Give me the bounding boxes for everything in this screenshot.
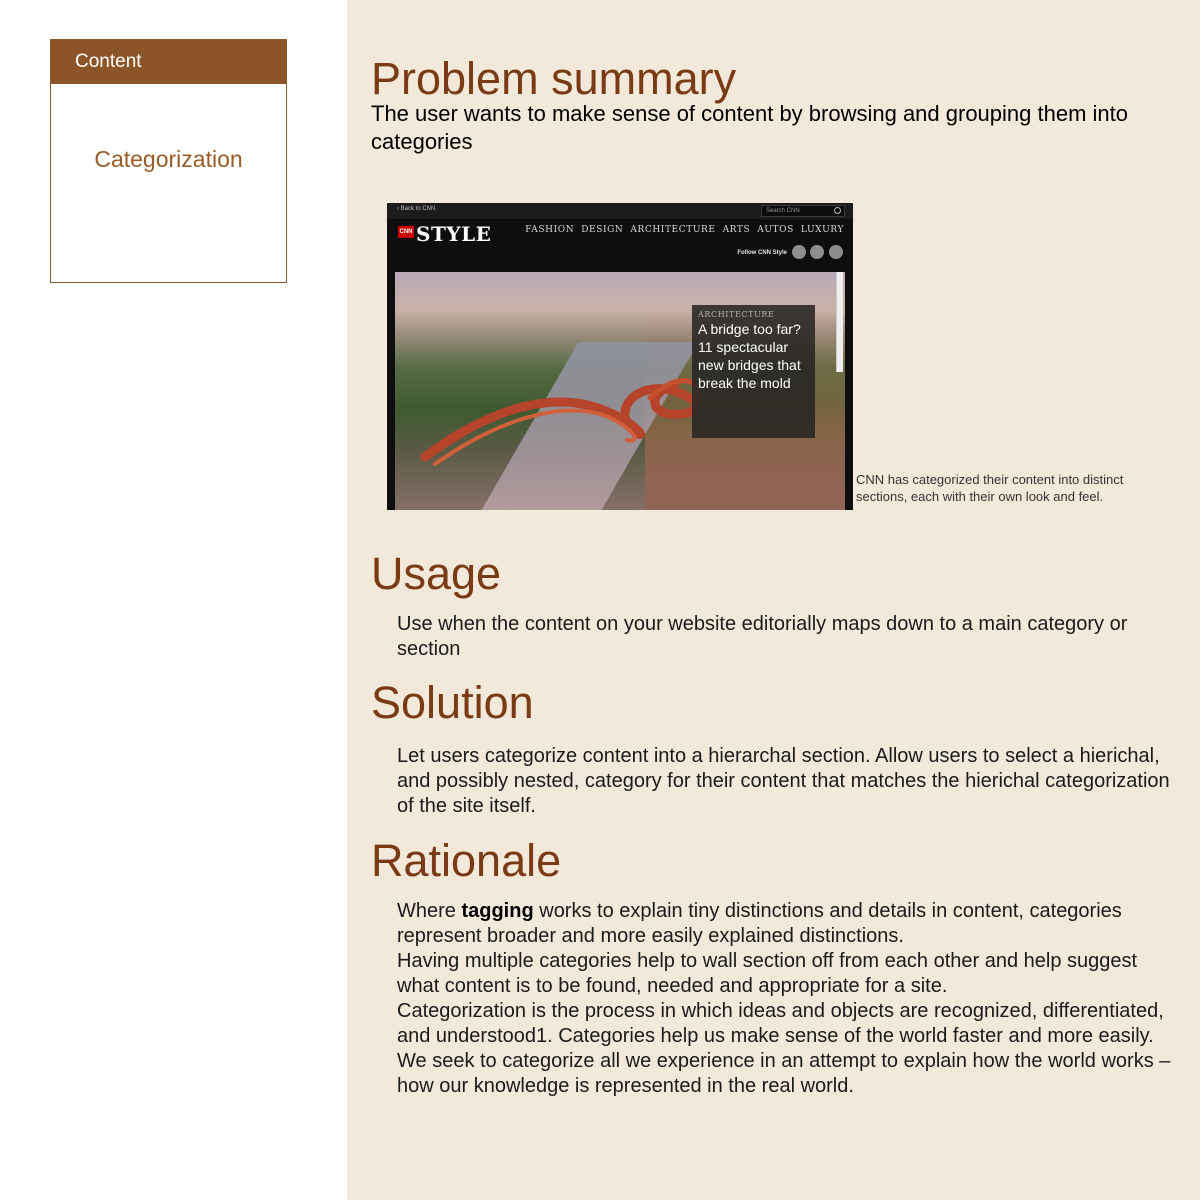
hero-side-strip bbox=[836, 272, 843, 372]
cnn-style-screenshot: ‹ Back to CNN Search CNN CNN STYLE FASHI… bbox=[387, 203, 853, 510]
nav-design: DESIGN bbox=[581, 225, 624, 235]
problem-summary-heading: Problem summary bbox=[371, 53, 737, 104]
hero-image: ARCHITECTURE A bridge too far? 11 specta… bbox=[395, 272, 845, 510]
tagging-term: tagging bbox=[461, 900, 534, 922]
nav-autos: AUTOS bbox=[757, 225, 794, 235]
section-nav-header: Content bbox=[51, 40, 286, 84]
twitter-icon bbox=[810, 245, 824, 259]
screenshot-search-input: Search CNN bbox=[761, 205, 845, 217]
nav-fashion: FASHION bbox=[525, 225, 575, 235]
usage-text: Use when the content on your website edi… bbox=[397, 613, 1128, 660]
nav-architecture: ARCHITECTURE bbox=[630, 225, 716, 235]
back-link: ‹ Back to CNN bbox=[397, 206, 436, 212]
hero-category: ARCHITECTURE bbox=[698, 310, 775, 319]
nav-arts: ARTS bbox=[722, 225, 751, 235]
rationale-text: Where tagging works to explain tiny dist… bbox=[397, 900, 1171, 1097]
hero-title: A bridge too far? 11 spectacular new bri… bbox=[698, 321, 801, 391]
section-nav-card: Content Categorization bbox=[50, 39, 287, 283]
problem-summary-text: The user wants to make sense of content … bbox=[371, 101, 1128, 154]
sidebar: Content Categorization bbox=[0, 0, 347, 1200]
search-icon bbox=[834, 207, 841, 214]
screenshot-topbar: ‹ Back to CNN Search CNN bbox=[387, 203, 853, 219]
screenshot-caption: CNN has categorized their content into d… bbox=[856, 472, 1124, 504]
rationale-heading: Rationale bbox=[371, 835, 562, 886]
main-content: Problem summary The user wants to make s… bbox=[347, 0, 1200, 1200]
instagram-icon bbox=[829, 245, 843, 259]
hero-article-card: ARCHITECTURE A bridge too far? 11 specta… bbox=[692, 305, 815, 438]
solution-heading: Solution bbox=[371, 677, 534, 728]
sidebar-item-categorization[interactable]: Categorization bbox=[51, 146, 286, 173]
style-wordmark: STYLE bbox=[416, 222, 492, 246]
solution-text: Let users categorize content into a hier… bbox=[397, 745, 1170, 817]
facebook-icon bbox=[792, 245, 806, 259]
usage-heading: Usage bbox=[371, 548, 502, 599]
screenshot-nav: FASHION DESIGN ARCHITECTURE ARTS AUTOS L… bbox=[525, 225, 844, 235]
nav-luxury: LUXURY bbox=[800, 225, 844, 235]
follow-label: Follow CNN Style bbox=[737, 250, 787, 256]
cnn-logo-box: CNN bbox=[398, 226, 414, 238]
